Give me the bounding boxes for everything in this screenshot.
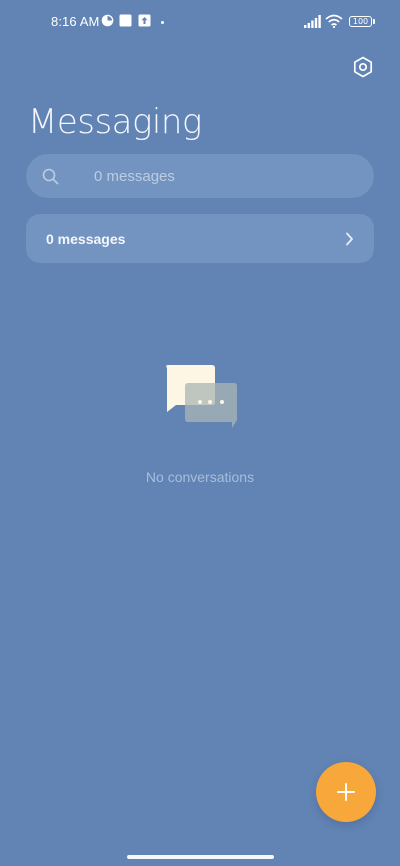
square-notification-icon [119, 14, 132, 32]
upload-notification-icon [138, 14, 151, 32]
status-bar: 8:16 AM 100 [0, 0, 400, 44]
wifi-icon [325, 14, 343, 33]
settings-button[interactable] [350, 54, 376, 80]
status-time: 8:16 AM [51, 14, 100, 29]
more-notifications-dot [161, 21, 164, 24]
search-input[interactable] [94, 154, 354, 198]
chat-bubbles-icon [162, 362, 240, 432]
battery-tip [373, 19, 375, 24]
chevron-right-icon [346, 232, 353, 246]
search-icon [42, 168, 59, 185]
signal-icon [304, 15, 322, 33]
messages-card-label: 0 messages [46, 231, 126, 247]
new-conversation-button[interactable] [316, 762, 376, 822]
data-saver-icon [101, 14, 114, 32]
search-bar[interactable] [26, 154, 374, 198]
empty-state-text: No conversations [145, 469, 255, 485]
settings-hexagon-icon [353, 56, 373, 78]
page-title: Messaging [28, 102, 202, 142]
home-indicator[interactable] [127, 855, 274, 859]
messages-card[interactable]: 0 messages [26, 214, 374, 263]
battery-icon: 100 [349, 16, 372, 27]
